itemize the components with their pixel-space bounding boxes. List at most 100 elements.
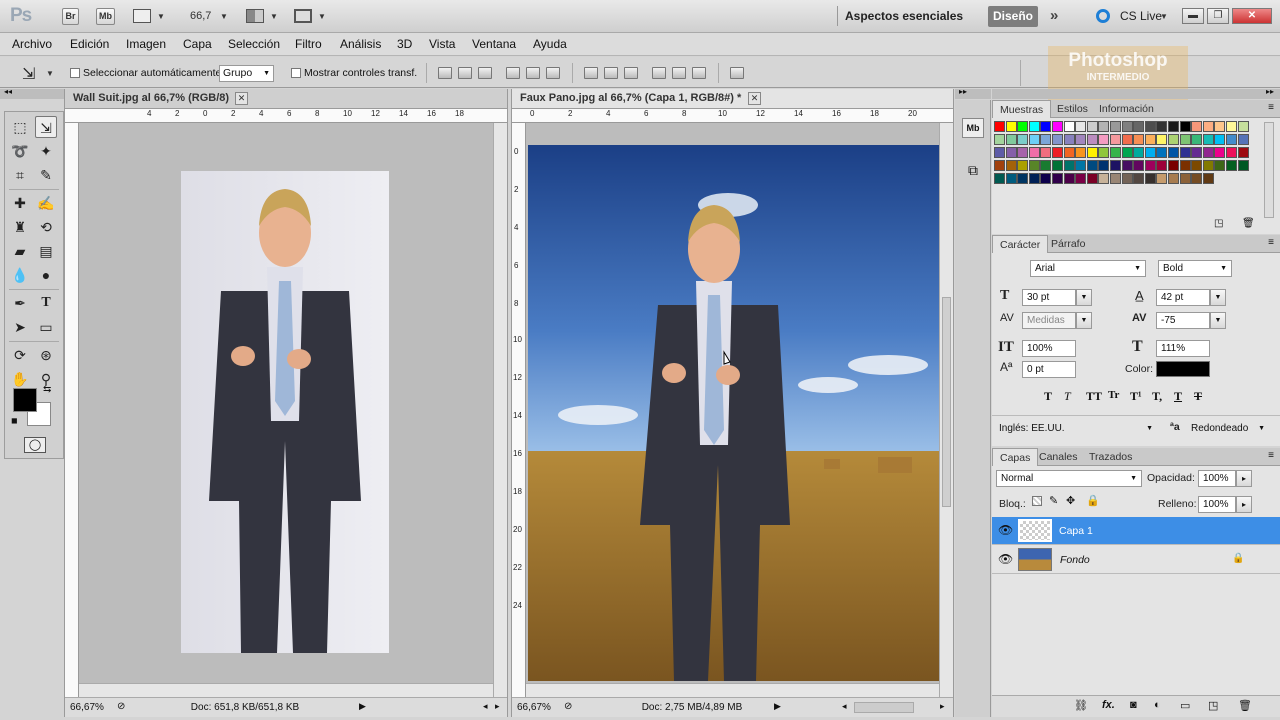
- font-size-field[interactable]: 30 pt: [1022, 289, 1076, 306]
- color-swatch[interactable]: [1086, 160, 1098, 171]
- 3d-rotate-tool-icon[interactable]: ⟳: [9, 344, 31, 366]
- chevron-down-icon[interactable]: ▼: [270, 12, 278, 21]
- screen-mode-icon[interactable]: [294, 9, 312, 23]
- color-swatch[interactable]: [1040, 121, 1052, 132]
- small-caps-button[interactable]: Tr: [1108, 389, 1119, 401]
- scrollbar-thumb[interactable]: [942, 297, 951, 507]
- color-swatch[interactable]: [1202, 134, 1214, 145]
- color-swatch[interactable]: [1156, 147, 1168, 158]
- color-swatch[interactable]: [1040, 134, 1052, 145]
- color-swatch[interactable]: [1005, 173, 1017, 184]
- color-swatch[interactable]: [1133, 147, 1145, 158]
- baseline-shift-field[interactable]: 0 pt: [1022, 361, 1076, 378]
- document-tab-faux-pano[interactable]: Faux Pano.jpg al 66,7% (Capa 1, RGB/8#) …: [512, 89, 953, 109]
- color-swatch[interactable]: [1214, 134, 1226, 145]
- chevron-down-icon[interactable]: ▼: [157, 12, 165, 21]
- color-swatch[interactable]: [1237, 147, 1249, 158]
- text-color-swatch[interactable]: [1156, 361, 1210, 377]
- link-layers-icon[interactable]: ⛓: [1074, 699, 1088, 712]
- zoom-level[interactable]: 66,7: [190, 10, 211, 22]
- color-swatch[interactable]: [1214, 160, 1226, 171]
- zoom-field[interactable]: 66,67%: [70, 702, 104, 713]
- color-swatch[interactable]: [1098, 134, 1110, 145]
- distribute-top-icon[interactable]: [584, 67, 598, 79]
- panel-menu-icon[interactable]: ≡: [1268, 450, 1274, 461]
- collapse-icon[interactable]: ◂◂: [4, 87, 12, 96]
- close-button[interactable]: ✕: [1232, 8, 1272, 24]
- path-selection-tool-icon[interactable]: ➤: [9, 316, 31, 338]
- color-swatch[interactable]: [1017, 134, 1029, 145]
- color-swatch[interactable]: [1086, 134, 1098, 145]
- more-workspaces-icon[interactable]: »: [1050, 7, 1058, 24]
- horizontal-scrollbar[interactable]: [526, 683, 939, 697]
- color-swatch[interactable]: [1110, 173, 1121, 184]
- info-icon[interactable]: ⊘: [564, 701, 572, 712]
- font-style-select[interactable]: Bold ▼: [1158, 260, 1232, 277]
- color-swatch[interactable]: [1028, 147, 1040, 158]
- color-swatch[interactable]: [1144, 121, 1156, 132]
- type-tool-icon[interactable]: T: [35, 292, 57, 314]
- close-document-icon[interactable]: ✕: [235, 92, 248, 105]
- color-swatch[interactable]: [1156, 121, 1168, 132]
- menu-archivo[interactable]: Archivo: [12, 37, 52, 51]
- menu-ventana[interactable]: Ventana: [472, 37, 516, 51]
- scroll-left-icon[interactable]: ◂: [842, 701, 847, 712]
- move-tool-icon[interactable]: ⇲: [35, 116, 57, 138]
- align-top-icon[interactable]: [438, 67, 452, 79]
- color-swatch[interactable]: [1075, 160, 1087, 171]
- color-swatch[interactable]: [1028, 173, 1040, 184]
- align-left-icon[interactable]: [506, 67, 520, 79]
- menu-filtro[interactable]: Filtro: [295, 37, 322, 51]
- swap-colors-icon[interactable]: ⇆: [43, 384, 51, 395]
- tab-trazados[interactable]: Trazados: [1082, 448, 1139, 466]
- rectangle-tool-icon[interactable]: ▭: [35, 316, 57, 338]
- default-colors-icon[interactable]: ◼: [11, 416, 18, 425]
- chevron-down-icon[interactable]: ▼: [318, 12, 326, 21]
- color-swatch[interactable]: [1005, 147, 1017, 158]
- align-hcenter-icon[interactable]: [526, 67, 540, 79]
- tracking-field[interactable]: -75: [1156, 312, 1210, 329]
- magic-wand-tool-icon[interactable]: ✦: [35, 140, 57, 162]
- mini-bridge-icon[interactable]: Mb: [962, 118, 984, 138]
- color-swatch[interactable]: [1133, 160, 1145, 171]
- color-swatch[interactable]: [1179, 147, 1191, 158]
- distribute-vcenter-icon[interactable]: [604, 67, 618, 79]
- eraser-tool-icon[interactable]: ▰: [9, 240, 31, 262]
- eye-icon[interactable]: 👁: [998, 523, 1013, 537]
- eyedropper-tool-icon[interactable]: ✎: [35, 164, 57, 186]
- color-swatch[interactable]: [1110, 121, 1121, 132]
- color-swatch[interactable]: [994, 160, 1005, 171]
- clone-stamp-tool-icon[interactable]: ♜: [9, 216, 31, 238]
- gradient-tool-icon[interactable]: ▤: [35, 240, 57, 262]
- scroll-right-icon[interactable]: ▸: [495, 701, 500, 712]
- scroll-left-icon[interactable]: ◂: [483, 701, 488, 712]
- panel-menu-icon[interactable]: ≡: [1268, 102, 1274, 113]
- font-family-select[interactable]: Arial ▼: [1030, 260, 1146, 277]
- align-right-icon[interactable]: [546, 67, 560, 79]
- color-swatch[interactable]: [994, 134, 1005, 145]
- horizontal-scale-field[interactable]: 111%: [1156, 340, 1210, 357]
- color-swatch[interactable]: [1063, 134, 1075, 145]
- move-tool-icon[interactable]: ⇲: [22, 64, 35, 84]
- vertical-scale-field[interactable]: 100%: [1022, 340, 1076, 357]
- color-swatch[interactable]: [1075, 173, 1087, 184]
- superscript-button[interactable]: T¹: [1130, 389, 1142, 404]
- color-swatch[interactable]: [1168, 121, 1179, 132]
- expand-icon[interactable]: ▸▸: [959, 87, 967, 96]
- color-swatch[interactable]: [1028, 160, 1040, 171]
- color-swatch[interactable]: [1133, 134, 1145, 145]
- color-swatch[interactable]: [1098, 147, 1110, 158]
- extras-icon[interactable]: [133, 9, 151, 23]
- kerning-field[interactable]: Medidas: [1022, 312, 1076, 329]
- antialias-select[interactable]: Redondeado ▼: [1186, 420, 1268, 437]
- color-swatch[interactable]: [1237, 134, 1249, 145]
- workspace-essentials-button[interactable]: Aspectos esenciales: [845, 9, 963, 23]
- play-icon[interactable]: ▶: [359, 701, 366, 712]
- color-swatch[interactable]: [1179, 134, 1191, 145]
- fill-field[interactable]: 100%: [1198, 496, 1236, 513]
- color-swatch[interactable]: [1226, 121, 1237, 132]
- distribute-hcenter-icon[interactable]: [672, 67, 686, 79]
- chevron-down-icon[interactable]: ▼: [1076, 312, 1092, 329]
- color-swatch[interactable]: [1063, 121, 1075, 132]
- color-swatch[interactable]: [1098, 173, 1110, 184]
